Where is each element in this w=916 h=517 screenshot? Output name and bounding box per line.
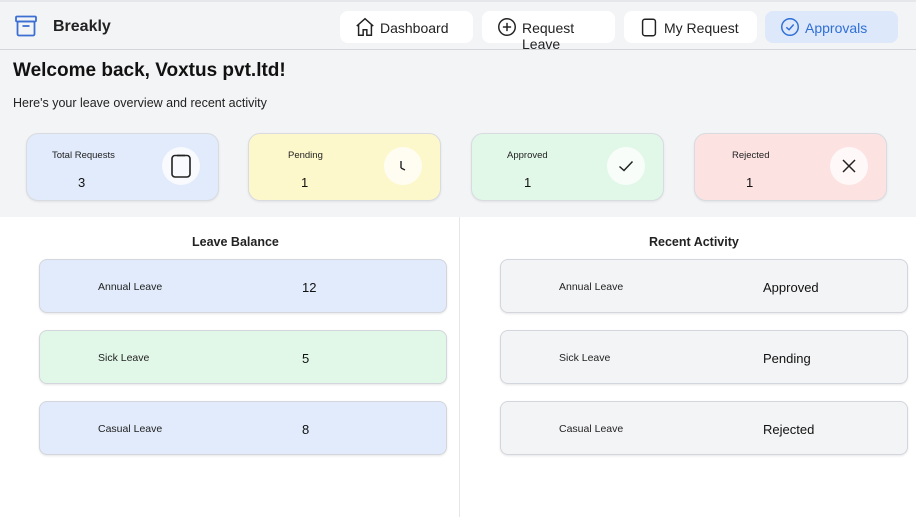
stat-value: 1 (746, 175, 754, 190)
nav-request-leave-label: Request Leave (522, 20, 575, 52)
recent-activity-item-casual: Casual Leave Rejected (500, 401, 908, 455)
recent-activity-item-sick: Sick Leave Pending (500, 330, 908, 384)
activity-status: Approved (763, 280, 819, 295)
nav-my-request-button[interactable]: My Request (624, 11, 757, 43)
activity-leave-type: Annual Leave (559, 281, 624, 293)
stat-card-rejected: Rejected 1 (694, 133, 887, 201)
nav-approvals-label: Approvals (805, 20, 868, 36)
stat-label: Rejected (732, 150, 770, 161)
activity-leave-type: Sick Leave (559, 352, 611, 364)
leave-balance-title: Leave Balance (192, 235, 279, 249)
leave-balance-value: 5 (302, 351, 310, 366)
nav-dashboard-button[interactable]: Dashboard (340, 11, 473, 43)
leave-type-label: Annual Leave (98, 281, 163, 293)
recent-activity-item-annual: Annual Leave Approved (500, 259, 908, 313)
nav-dashboard-label: Dashboard (380, 20, 449, 36)
clipboard-icon (641, 18, 657, 37)
app-name: Breakly (53, 18, 111, 35)
home-icon (356, 17, 374, 36)
stat-label: Pending (288, 150, 323, 161)
welcome-subtitle: Here's your leave overview and recent ac… (13, 96, 267, 110)
activity-status: Pending (763, 351, 811, 366)
stat-value: 3 (78, 175, 86, 190)
leave-balance-value: 8 (302, 422, 310, 437)
plus-circle-icon (498, 18, 516, 36)
stat-card-total-requests: Total Requests 3 (26, 133, 219, 201)
column-divider (459, 217, 460, 517)
stat-label: Approved (507, 150, 548, 161)
stat-card-approved: Approved 1 (471, 133, 664, 201)
leave-balance-item-sick: Sick Leave 5 (39, 330, 447, 384)
stat-value: 1 (301, 175, 309, 190)
activity-status: Rejected (763, 422, 815, 437)
nav-request-leave-button[interactable]: Request Leave (482, 11, 615, 52)
clock-icon (384, 147, 422, 185)
check-icon (607, 147, 645, 185)
x-icon (830, 147, 868, 185)
leave-balance-item-casual: Casual Leave 8 (39, 401, 447, 455)
leave-balance-value: 12 (302, 280, 317, 295)
stat-card-pending: Pending 1 (248, 133, 441, 201)
nav-my-request-label: My Request (664, 20, 739, 36)
check-circle-icon (781, 18, 799, 36)
welcome-title: Welcome back, Voxtus pvt.ltd! (13, 60, 286, 81)
clipboard-icon (162, 147, 200, 185)
leave-type-label: Casual Leave (98, 423, 163, 435)
top-navigation-bar: Breakly Dashboard Request Leave My Reque… (0, 0, 916, 52)
stat-value: 1 (524, 175, 532, 190)
recent-activity-title: Recent Activity (649, 235, 739, 249)
activity-leave-type: Casual Leave (559, 423, 624, 435)
leave-type-label: Sick Leave (98, 352, 150, 364)
stat-label: Total Requests (52, 150, 115, 161)
archive-box-icon (14, 14, 38, 38)
nav-approvals-button[interactable]: Approvals (765, 11, 898, 43)
leave-balance-item-annual: Annual Leave 12 (39, 259, 447, 313)
